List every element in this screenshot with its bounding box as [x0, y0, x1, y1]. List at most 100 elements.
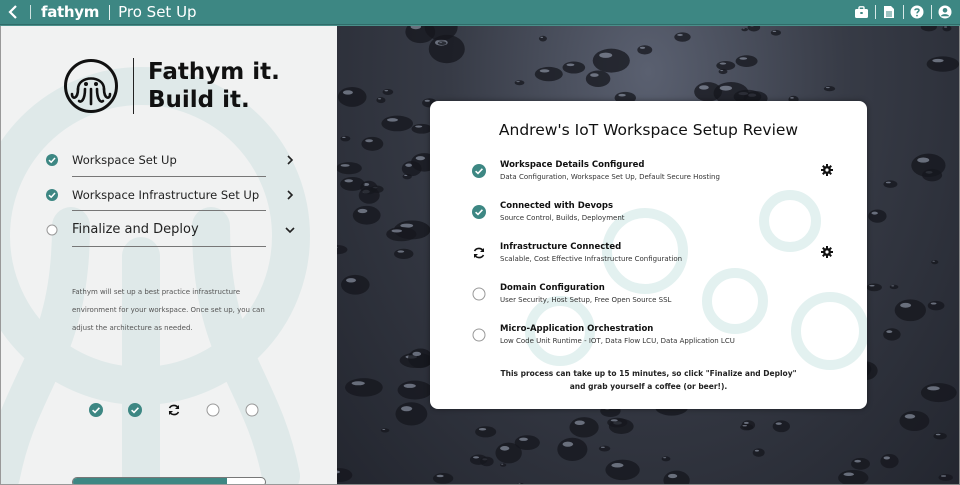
water-drop: [569, 417, 599, 438]
item-title: Workspace Details Configured: [500, 160, 645, 170]
water-drop: [899, 410, 930, 432]
empty-circle-icon: [245, 403, 259, 417]
water-drop-highlight: [401, 406, 413, 412]
setup-progress-bar: [72, 477, 266, 484]
item-title: Connected with Devops: [500, 201, 614, 211]
user-button[interactable]: [936, 3, 954, 21]
step-divider: [72, 246, 266, 247]
top-actions: [848, 3, 954, 21]
document-icon: [884, 6, 894, 18]
help-button[interactable]: [908, 3, 926, 21]
deploy-note: This process can take up to 15 minutes, …: [430, 367, 867, 393]
water-drop-highlight: [518, 483, 521, 484]
water-drop-highlight: [943, 26, 948, 28]
water-drop-highlight: [935, 433, 941, 436]
water-drop: [868, 209, 887, 223]
gear-icon[interactable]: [821, 246, 833, 258]
water-drop: [607, 417, 628, 428]
water-drop-highlight: [351, 381, 365, 386]
back-button[interactable]: [0, 0, 26, 25]
deploy-note-line2: and grab yourself a coffee (or beer!).: [569, 382, 728, 391]
water-drop: [911, 153, 946, 178]
water-drop-highlight: [871, 211, 878, 215]
water-drop: [883, 328, 901, 341]
water-drop: [716, 61, 736, 71]
refresh-icon: [472, 246, 486, 260]
water-drop-highlight: [869, 284, 875, 287]
water-drop-highlight: [600, 446, 605, 448]
water-drop: [345, 378, 383, 397]
water-drop-highlight: [904, 414, 916, 419]
step-workspace-infrastructure[interactable]: Workspace Infrastructure Set Up: [46, 188, 296, 202]
water-drop: [920, 383, 957, 403]
refresh-icon: [167, 403, 181, 417]
water-drop-highlight: [618, 93, 626, 97]
chevron-down-icon[interactable]: [284, 224, 296, 236]
water-drop: [340, 176, 365, 191]
water-drop: [585, 70, 611, 88]
water-drop: [340, 135, 351, 142]
water-drop-highlight: [932, 58, 944, 63]
water-drop-highlight: [900, 302, 912, 308]
brand-logo[interactable]: fathym: [41, 3, 99, 21]
step-finalize-and-deploy[interactable]: Finalize and Deploy: [46, 222, 296, 237]
water-drop: [395, 402, 428, 426]
briefcase-button[interactable]: [852, 3, 870, 21]
water-drop-highlight: [472, 456, 480, 459]
water-drop-highlight: [405, 163, 413, 167]
step-divider: [72, 210, 266, 211]
water-drop: [337, 162, 362, 175]
water-drop-highlight: [932, 260, 935, 262]
water-drop-highlight: [699, 85, 709, 90]
water-drop-highlight: [941, 475, 947, 477]
water-drop-highlight: [391, 229, 403, 233]
step-label: Workspace Infrastructure Set Up: [72, 188, 260, 202]
water-drop-highlight: [790, 96, 794, 99]
logo-tagline-line2: Build it.: [148, 87, 250, 113]
document-button[interactable]: [880, 3, 898, 21]
empty-circle-icon: [206, 403, 220, 417]
water-drop: [337, 244, 348, 255]
item-subtitle: Scalable, Cost Effective Infrastructure …: [500, 255, 683, 263]
step-label: Workspace Set Up: [72, 153, 177, 167]
water-drop: [386, 226, 417, 242]
water-drop: [397, 380, 433, 400]
water-drop-highlight: [357, 208, 368, 214]
step-description: Fathym will set up a best practice infra…: [72, 288, 265, 332]
water-drop: [927, 300, 945, 311]
step-workspace-set-up[interactable]: Workspace Set Up: [46, 153, 296, 167]
check-circle-icon: [89, 403, 103, 417]
check-circle-icon: [46, 189, 58, 201]
gear-icon[interactable]: [821, 164, 833, 176]
water-drop-highlight: [930, 302, 937, 305]
water-drop: [605, 459, 640, 481]
water-drop: [352, 205, 381, 225]
water-drop: [931, 260, 939, 265]
chevron-right-icon[interactable]: [284, 154, 296, 166]
water-drop: [920, 26, 937, 32]
item-subtitle: Data Configuration, Workspace Set Up, De…: [500, 173, 720, 181]
water-drop: [889, 284, 899, 290]
check-circle-icon: [128, 403, 142, 417]
water-drop: [433, 473, 454, 484]
setup-steps-panel: Fathym it. Build it. Workspace Set Up Wo…: [0, 26, 337, 485]
water-drop-highlight: [342, 90, 353, 95]
progress-fill: [73, 478, 227, 484]
water-drop: [894, 299, 926, 322]
water-drop: [337, 86, 367, 107]
water-drop: [469, 454, 488, 465]
water-drop: [394, 248, 414, 259]
water-drop: [851, 457, 870, 470]
progress-dots: [89, 403, 284, 417]
item-subtitle: User Security, Host Setup, Free Open Sou…: [500, 296, 672, 304]
item-title: Domain Configuration: [500, 283, 605, 293]
item-title: Micro-Application Orchestration: [500, 324, 654, 334]
water-drop: [341, 274, 370, 295]
chevron-right-icon[interactable]: [284, 189, 296, 201]
water-drop-highlight: [639, 46, 646, 49]
water-drop-highlight: [501, 463, 504, 465]
logo-tagline: Fathym it. Build it.: [148, 58, 280, 114]
help-icon: [910, 5, 924, 19]
water-drop: [735, 55, 758, 67]
water-drop-highlight: [386, 118, 399, 122]
